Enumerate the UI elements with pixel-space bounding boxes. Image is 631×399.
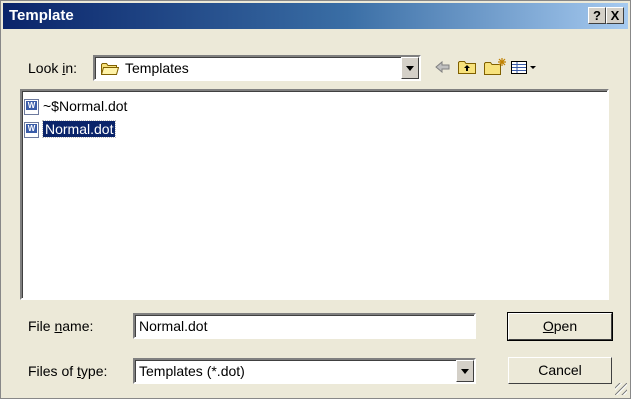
- open-button-label: pen: [553, 318, 578, 334]
- filename-label: File name:: [28, 318, 93, 334]
- template-dialog: Template ? X Look in: Templates ~$Normal…: [0, 0, 631, 399]
- filetype-label-post: ype:: [80, 363, 108, 379]
- lookin-label-pre: Look: [28, 60, 63, 76]
- filename-label-pre: File: [28, 318, 55, 334]
- filename-input[interactable]: Normal.dot: [133, 313, 476, 339]
- filetype-label-pre: Files of: [28, 363, 78, 379]
- title-bar[interactable]: Template ? X: [3, 3, 628, 29]
- filetype-value: Templates (*.dot): [139, 363, 245, 379]
- file-name: ~$Normal.dot: [43, 98, 128, 114]
- filetype-label: Files of type:: [28, 363, 107, 379]
- up-folder-icon[interactable]: [456, 57, 478, 77]
- lookin-label-post: n:: [65, 60, 78, 76]
- filetype-dropdown-button[interactable]: [456, 360, 474, 382]
- resize-grip-icon[interactable]: [615, 383, 627, 395]
- filename-label-post: ame:: [62, 318, 94, 334]
- new-folder-icon[interactable]: [483, 57, 506, 77]
- lookin-value: Templates: [125, 60, 189, 76]
- word-template-icon: [24, 99, 39, 115]
- folder-icon: [100, 62, 120, 75]
- close-button[interactable]: X: [606, 7, 624, 24]
- open-button[interactable]: Open: [507, 312, 613, 341]
- lookin-combo[interactable]: Templates: [93, 55, 421, 81]
- lookin-label: Look in:: [28, 60, 77, 76]
- window-title: Template: [9, 7, 74, 24]
- cancel-button[interactable]: Cancel: [508, 357, 612, 384]
- open-button-accel: O: [542, 318, 554, 334]
- filename-value: Normal.dot: [139, 318, 208, 334]
- views-menu-icon[interactable]: [509, 57, 539, 77]
- file-list[interactable]: ~$Normal.dot Normal.dot: [20, 89, 609, 300]
- file-name: Normal.dot: [41, 120, 117, 138]
- back-arrow-icon[interactable]: [431, 57, 453, 77]
- lookin-dropdown-button[interactable]: [401, 57, 419, 79]
- word-template-icon: [24, 122, 39, 138]
- filetype-combo[interactable]: Templates (*.dot): [133, 358, 476, 384]
- help-button[interactable]: ?: [588, 7, 606, 24]
